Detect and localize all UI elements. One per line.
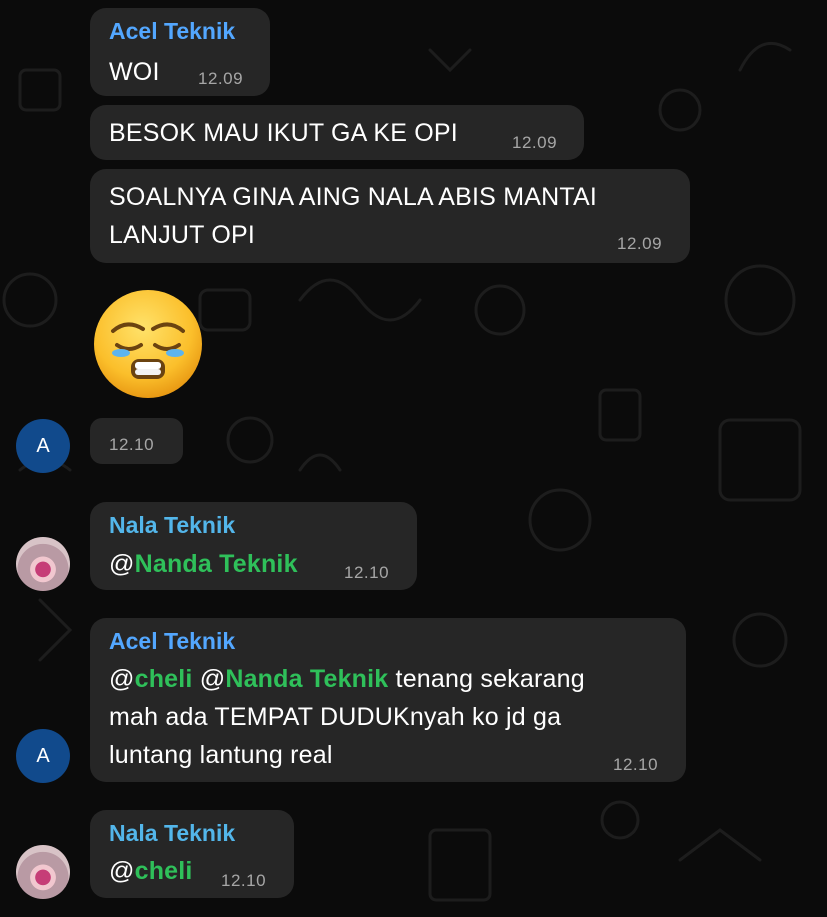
- message-text-line: luntang lantung real: [109, 741, 333, 769]
- message-bubble[interactable]: Nala Teknik @cheli 12.10: [90, 810, 294, 898]
- avatar-letter: A: [36, 434, 50, 457]
- mention-at: @: [109, 550, 135, 578]
- mention-at: @: [192, 665, 226, 693]
- sender-name[interactable]: Nala Teknik: [109, 512, 235, 539]
- message-time: 12.10: [613, 755, 659, 774]
- message-bubble[interactable]: 12.10: [90, 418, 183, 464]
- avatar[interactable]: [16, 537, 70, 591]
- avatar[interactable]: A: [16, 419, 70, 473]
- message-bubble[interactable]: BESOK MAU IKUT GA KE OPI 12.09: [90, 105, 584, 160]
- mention-link[interactable]: Nanda Teknik: [135, 550, 298, 578]
- sender-name[interactable]: Acel Teknik: [109, 628, 235, 655]
- mention-link[interactable]: cheli: [135, 857, 193, 885]
- message-time: 12.10: [221, 871, 267, 890]
- message-text: @Nanda Teknik: [109, 546, 298, 583]
- tired-face-emoji[interactable]: [91, 287, 205, 401]
- mention-at: @: [109, 665, 135, 693]
- message-text: @cheli: [109, 853, 193, 890]
- message-time: 12.10: [109, 435, 155, 454]
- message-time: 12.09: [198, 69, 244, 88]
- message-text-line: LANJUT OPI: [109, 221, 256, 249]
- mention-at: @: [109, 857, 135, 885]
- message-time: 12.09: [617, 234, 663, 253]
- message-bubble[interactable]: Acel Teknik WOI 12.09: [90, 8, 270, 96]
- message-text-line: SOALNYA GINA AING NALA ABIS MANTAI: [109, 183, 597, 211]
- mention-link[interactable]: Nanda Teknik: [225, 665, 388, 693]
- avatar[interactable]: A: [16, 729, 70, 783]
- avatar[interactable]: [16, 845, 70, 899]
- message-time: 12.09: [512, 133, 558, 152]
- message-bubble[interactable]: Nala Teknik @Nanda Teknik 12.10: [90, 502, 417, 590]
- mention-link[interactable]: cheli: [135, 665, 193, 693]
- message-text: tenang sekarang: [388, 665, 585, 693]
- avatar-letter: A: [36, 744, 50, 767]
- message-bubble[interactable]: SOALNYA GINA AING NALA ABIS MANTAI LANJU…: [90, 169, 690, 263]
- message-text: BESOK MAU IKUT GA KE OPI: [109, 119, 458, 147]
- message-time: 12.10: [344, 563, 390, 582]
- sender-name[interactable]: Acel Teknik: [109, 18, 235, 45]
- message-text-line: @cheli @Nanda Teknik tenang sekarang: [109, 661, 585, 698]
- message-text: WOI: [109, 58, 160, 86]
- message-text-line: mah ada TEMPAT DUDUKnyah ko jd ga: [109, 703, 562, 731]
- message-bubble[interactable]: Acel Teknik @cheli @Nanda Teknik tenang …: [90, 618, 686, 782]
- sender-name[interactable]: Nala Teknik: [109, 820, 235, 847]
